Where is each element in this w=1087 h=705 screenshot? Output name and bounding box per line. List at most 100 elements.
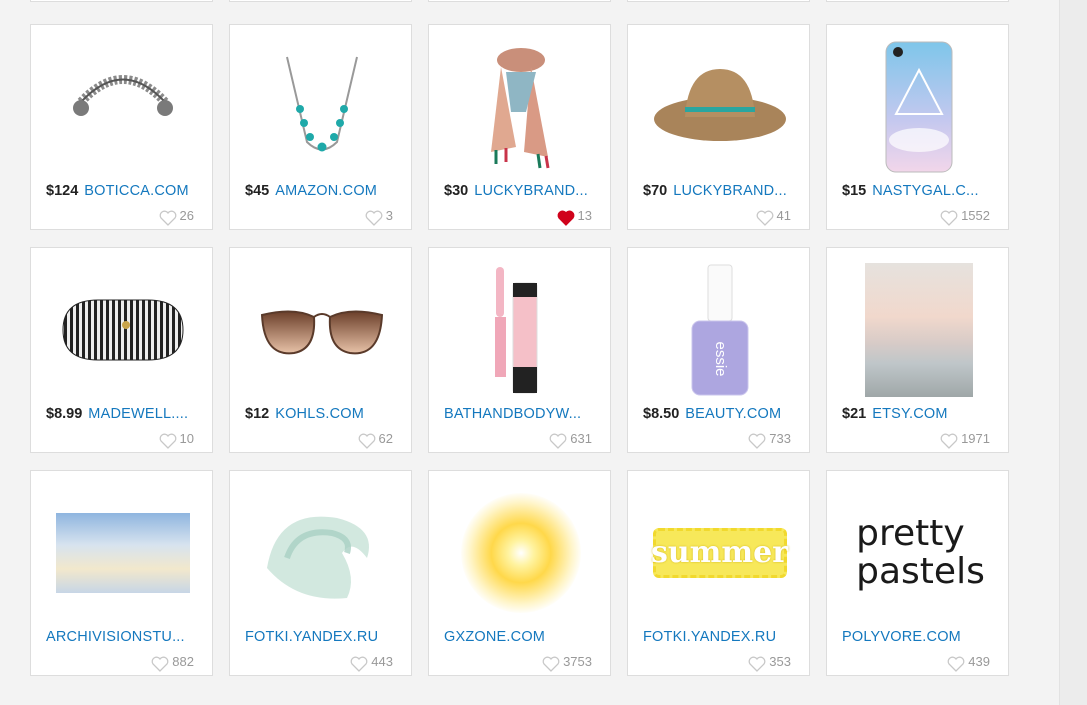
like-count: 3753 — [563, 654, 592, 669]
product-info: $8.50 BEAUTY.COM — [643, 405, 801, 423]
product-card[interactable]: ARCHIVISIONSTU... 882 — [30, 470, 213, 676]
like-button[interactable]: 631 — [549, 431, 592, 449]
product-card[interactable] — [627, 0, 810, 2]
like-count: 1552 — [961, 208, 990, 223]
product-card[interactable]: GXZONE.COM 3753 — [428, 470, 611, 676]
heart-filled-icon — [557, 210, 574, 226]
product-card[interactable]: $124 BOTICCA.COM 26 — [30, 24, 213, 230]
product-info: $124 BOTICCA.COM — [46, 182, 204, 200]
product-price: $15 — [842, 183, 867, 199]
like-count: 13 — [577, 208, 592, 223]
product-card[interactable]: $70 LUCKYBRAND... 41 — [627, 24, 810, 230]
heart-icon — [365, 210, 383, 226]
page-scrollbar[interactable] — [1059, 0, 1087, 705]
striped-glasses-case-image[interactable] — [49, 262, 196, 397]
straw-sun-hat-image[interactable] — [646, 39, 793, 174]
like-button[interactable]: 439 — [947, 654, 990, 672]
store-link[interactable]: ARCHIVISIONSTU... — [46, 629, 185, 645]
heart-icon — [358, 433, 375, 449]
aviator-sunglasses-image[interactable] — [248, 262, 395, 397]
product-card[interactable]: BATHANDBODYW... 631 — [428, 247, 611, 453]
product-info: $8.99 MADEWELL.... — [46, 405, 204, 423]
product-card[interactable]: pretty pastels POLYVORE.COM 439 — [826, 470, 1009, 676]
like-count: 439 — [968, 654, 990, 669]
like-button[interactable]: 3753 — [542, 654, 592, 672]
like-count: 62 — [378, 431, 393, 446]
product-card[interactable]: $45 AMAZON.COM 3 — [229, 24, 412, 230]
heart-icon — [947, 656, 965, 672]
like-button[interactable]: 443 — [350, 654, 393, 672]
like-count: 733 — [769, 431, 791, 446]
heart-icon — [151, 656, 169, 672]
like-button[interactable]: 1552 — [940, 208, 990, 226]
heart-icon — [940, 433, 958, 449]
store-link[interactable]: FOTKI.YANDEX.RU — [643, 629, 776, 645]
store-link[interactable]: AMAZON.COM — [275, 183, 377, 199]
store-link[interactable]: KOHLS.COM — [275, 406, 364, 422]
summer-text: summer — [650, 535, 789, 570]
turquoise-necklace-image[interactable] — [248, 39, 395, 174]
silver-cuff-bracelet-image[interactable] — [49, 39, 196, 174]
like-button[interactable]: 13 — [557, 208, 592, 226]
store-link[interactable]: BEAUTY.COM — [685, 406, 781, 422]
product-card[interactable]: $8.99 MADEWELL.... 10 — [30, 247, 213, 453]
product-card[interactable] — [826, 0, 1009, 2]
store-link[interactable]: ETSY.COM — [872, 406, 947, 422]
like-button[interactable]: 62 — [358, 431, 393, 449]
product-card[interactable]: summer FOTKI.YANDEX.RU 353 — [627, 470, 810, 676]
product-card[interactable] — [428, 0, 611, 2]
like-count: 631 — [570, 431, 592, 446]
like-button[interactable]: 26 — [159, 208, 194, 226]
store-link[interactable]: GXZONE.COM — [444, 629, 545, 645]
lavender-nail-polish-image[interactable]: essie — [646, 262, 793, 397]
heart-icon — [748, 656, 766, 672]
product-info: FOTKI.YANDEX.RU — [643, 628, 801, 646]
store-link[interactable]: LUCKYBRAND... — [474, 183, 588, 199]
heart-icon — [756, 210, 773, 226]
pretty-text: pretty — [856, 512, 965, 554]
product-card[interactable]: $15 NASTYGAL.C... 1552 — [826, 24, 1009, 230]
printed-scarf-image[interactable] — [447, 39, 594, 174]
store-link[interactable]: NASTYGAL.C... — [872, 183, 979, 199]
like-button[interactable]: 41 — [756, 208, 791, 226]
watercolor-wave-image[interactable] — [248, 485, 395, 620]
heart-icon — [542, 656, 560, 672]
store-link[interactable]: BOTICCA.COM — [84, 183, 189, 199]
store-link[interactable]: LUCKYBRAND... — [673, 183, 787, 199]
sun-burst-image[interactable] — [447, 485, 594, 620]
product-price: $21 — [842, 406, 867, 422]
product-card[interactable]: $21 ETSY.COM 1971 — [826, 247, 1009, 453]
product-info: $30 LUCKYBRAND... — [444, 182, 602, 200]
product-card[interactable] — [229, 0, 412, 2]
like-button[interactable]: 353 — [748, 654, 791, 672]
product-price: $8.50 — [643, 406, 680, 422]
product-info: $12 KOHLS.COM — [245, 405, 403, 423]
summer-patch: summer — [650, 527, 789, 578]
like-button[interactable]: 3 — [365, 208, 393, 226]
product-card[interactable]: essie $8.50 BEAUTY.COM 733 — [627, 247, 810, 453]
like-count: 443 — [371, 654, 393, 669]
product-card[interactable]: $30 LUCKYBRAND... 13 — [428, 24, 611, 230]
heart-icon — [159, 433, 176, 449]
product-card[interactable] — [30, 0, 213, 2]
store-link[interactable]: BATHANDBODYW... — [444, 406, 581, 422]
cloud-painting-image[interactable] — [49, 485, 196, 620]
pastel-beach-print-image[interactable] — [845, 262, 992, 397]
like-count: 1971 — [961, 431, 990, 446]
product-card[interactable]: $12 KOHLS.COM 62 — [229, 247, 412, 453]
store-link[interactable]: FOTKI.YANDEX.RU — [245, 629, 378, 645]
store-link[interactable]: MADEWELL.... — [88, 406, 188, 422]
store-link[interactable]: POLYVORE.COM — [842, 629, 961, 645]
pastel-phone-case-image[interactable] — [845, 39, 992, 174]
like-button[interactable]: 1971 — [940, 431, 990, 449]
summer-patch-image[interactable]: summer — [646, 485, 793, 620]
like-button[interactable]: 733 — [748, 431, 791, 449]
like-button[interactable]: 10 — [159, 431, 194, 449]
product-card[interactable]: FOTKI.YANDEX.RU 443 — [229, 470, 412, 676]
pink-lip-gloss-image[interactable] — [447, 262, 594, 397]
like-count: 26 — [179, 208, 194, 223]
pretty-pastels-text-image[interactable]: pretty pastels — [845, 485, 992, 620]
like-button[interactable]: 882 — [151, 654, 194, 672]
product-info: BATHANDBODYW... — [444, 405, 602, 423]
product-info: ARCHIVISIONSTU... — [46, 628, 204, 646]
